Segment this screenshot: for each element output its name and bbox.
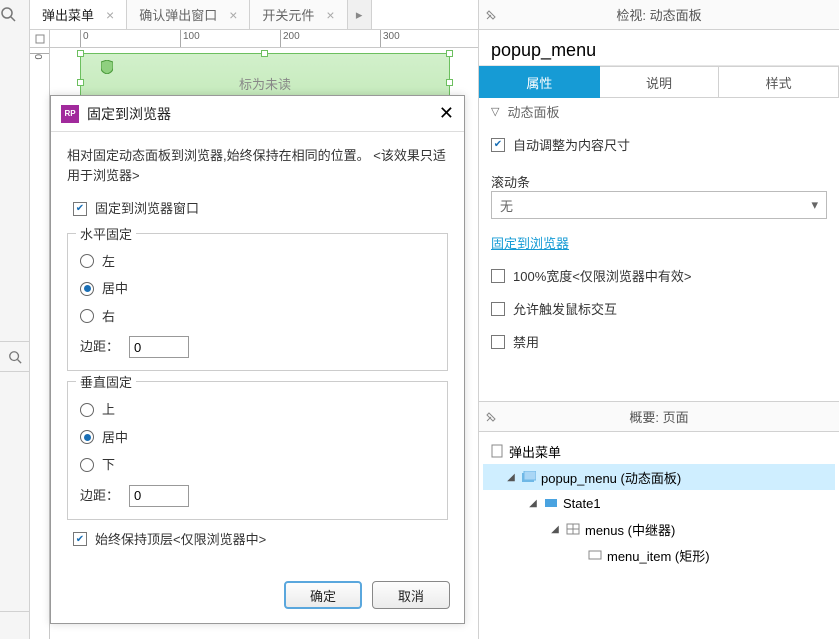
close-icon[interactable]: ✕ (439, 103, 454, 124)
radio-right[interactable]: 右 (80, 307, 435, 327)
v-margin-input[interactable] (129, 485, 189, 507)
page-tab-2[interactable]: 确认弹出窗口× (127, 0, 250, 29)
radio-bottom[interactable]: 下 (80, 455, 435, 475)
search-icon[interactable] (0, 6, 29, 22)
autosize-checkbox[interactable]: 自动调整为内容尺寸 (491, 135, 827, 154)
h-margin-label: 边距： (80, 337, 119, 357)
rectangle-icon (587, 550, 603, 560)
bottom-left-panels (0, 341, 30, 639)
dynamic-panel-icon (521, 471, 537, 483)
trigger-mouse-checkbox[interactable]: 允许触发鼠标交互 (491, 299, 827, 318)
tab-notes[interactable]: 说明 (600, 66, 720, 98)
scrollbar-select[interactable]: 无▾ (491, 191, 827, 219)
inspector-panel: 检视: 动态面板 属性 说明 样式 ▽动态面板 自动调整为内容尺寸 滚动条 无▾… (478, 0, 839, 639)
radio-left[interactable]: 左 (80, 252, 435, 272)
page-tab-3[interactable]: 开关元件× (250, 0, 347, 29)
pin-to-browser-dialog: RP 固定到浏览器 ✕ 相对固定动态面板到浏览器,始终保持在相同的位置。 <该效… (50, 95, 465, 624)
pin-to-browser-link[interactable]: 固定到浏览器 (491, 233, 827, 252)
v-margin-label: 边距： (80, 486, 119, 506)
ruler-horizontal: 0 100 200 300 (50, 30, 478, 48)
dialog-title: 固定到浏览器 (87, 104, 431, 124)
section-dynamic-panel[interactable]: ▽动态面板 (491, 102, 827, 121)
state-icon (543, 498, 559, 508)
outline-state[interactable]: ◢ State1 (483, 490, 835, 516)
page-tabs: 弹出菜单× 确认弹出窗口× 开关元件× ▸ (30, 0, 478, 30)
page-tab-1[interactable]: 弹出菜单× (30, 0, 127, 29)
add-tab-button[interactable]: ▸ (348, 0, 372, 29)
scrollbar-label: 滚动条 (491, 172, 827, 191)
repeater-icon (565, 523, 581, 535)
width100-checkbox[interactable]: 100%宽度<仅限浏览器中有效> (491, 266, 827, 285)
page-icon (489, 444, 505, 458)
ruler-corner (30, 30, 50, 48)
radio-top[interactable]: 上 (80, 400, 435, 420)
outline-popup[interactable]: ◢ popup_menu (动态面板) (483, 464, 835, 490)
tab-style[interactable]: 样式 (719, 66, 839, 98)
close-icon[interactable]: × (229, 7, 237, 23)
radio-center[interactable]: 居中 (80, 279, 435, 299)
pin-checkbox[interactable]: 固定到浏览器窗口 (73, 199, 448, 219)
widget-name-input[interactable] (491, 40, 827, 61)
chevron-down-icon: ▾ (811, 197, 818, 213)
twisty-icon[interactable]: ◢ (549, 524, 561, 535)
vertical-group: 垂直固定 上 居中 下 边距： (67, 381, 448, 520)
dialog-hint: 相对固定动态面板到浏览器,始终保持在相同的位置。 <该效果只适用于浏览器> (67, 146, 448, 185)
ruler-vertical: 0 (30, 48, 50, 639)
outline-repeater[interactable]: ◢ menus (中继器) (483, 516, 835, 542)
widget-label: 标为未读 (239, 74, 291, 93)
cancel-button[interactable]: 取消 (372, 581, 450, 609)
inspector-header: 检视: 动态面板 (479, 0, 839, 30)
horizontal-group: 水平固定 左 居中 右 边距： (67, 233, 448, 372)
shield-icon (101, 60, 113, 74)
keep-front-checkbox[interactable]: 始终保持顶层<仅限浏览器中> (73, 530, 448, 550)
pin-icon[interactable] (485, 411, 497, 423)
close-icon[interactable]: × (106, 7, 114, 23)
pin-icon[interactable] (485, 9, 497, 21)
twisty-icon[interactable]: ◢ (505, 472, 517, 483)
widget-name-field[interactable] (479, 30, 839, 66)
twisty-icon[interactable]: ◢ (527, 498, 539, 509)
outline-item[interactable]: menu_item (矩形) (483, 542, 835, 568)
outline-page[interactable]: 弹出菜单 (483, 438, 835, 464)
tab-properties[interactable]: 属性 (479, 66, 600, 98)
search-icon[interactable] (0, 341, 30, 371)
app-logo-icon: RP (61, 105, 79, 123)
canvas-area: 弹出菜单× 确认弹出窗口× 开关元件× ▸ 0 100 200 300 0 标为… (30, 0, 478, 639)
h-margin-input[interactable] (129, 336, 189, 358)
radio-middle[interactable]: 居中 (80, 428, 435, 448)
outline-panel: 概要: 页面 弹出菜单 ◢ popup_menu (动态面板) ◢ State1 (479, 401, 839, 639)
close-icon[interactable]: × (326, 7, 334, 23)
panel-stub[interactable] (0, 611, 30, 639)
ok-button[interactable]: 确定 (284, 581, 362, 609)
disabled-checkbox[interactable]: 禁用 (491, 332, 827, 351)
